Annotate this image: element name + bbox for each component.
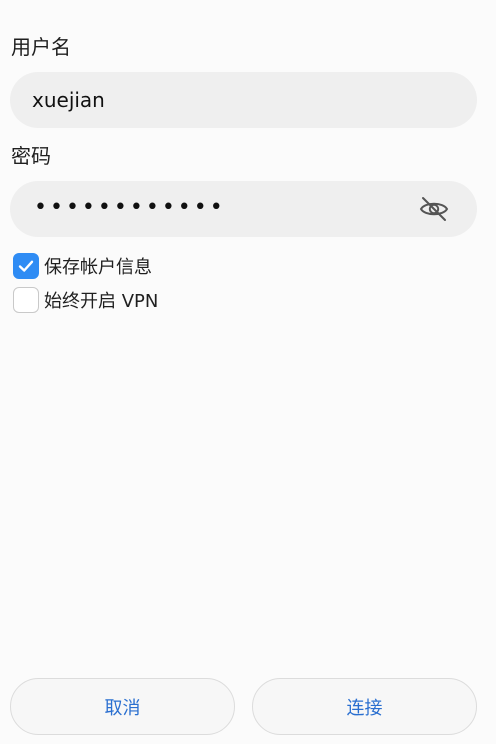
username-input[interactable]: [32, 72, 412, 128]
checkmark-icon: [18, 260, 34, 272]
save-account-checkbox[interactable]: [13, 253, 39, 279]
always-vpn-label: 始终开启 VPN: [44, 291, 159, 312]
username-field[interactable]: [10, 72, 477, 128]
password-input[interactable]: ••••••••••••: [34, 181, 226, 237]
connect-button[interactable]: 连接: [252, 678, 477, 735]
username-label: 用户名: [11, 35, 71, 59]
password-field[interactable]: ••••••••••••: [10, 181, 477, 237]
always-vpn-checkbox[interactable]: [13, 287, 39, 313]
always-vpn-option[interactable]: 始终开启 VPN: [13, 286, 158, 314]
password-label: 密码: [11, 144, 51, 168]
cancel-button[interactable]: 取消: [10, 678, 235, 735]
save-account-option[interactable]: 保存帐户信息: [13, 252, 152, 280]
eye-off-icon[interactable]: [419, 196, 449, 222]
save-account-label: 保存帐户信息: [44, 257, 152, 278]
